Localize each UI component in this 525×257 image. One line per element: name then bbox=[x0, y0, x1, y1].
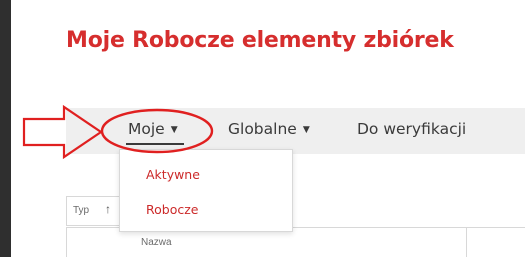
type-filter[interactable]: Typ ↑ bbox=[66, 196, 120, 226]
dropdown-item-aktywne[interactable]: Aktywne bbox=[146, 167, 200, 182]
moje-dropdown-menu: Aktywne Robocze bbox=[119, 149, 293, 232]
left-edge-bar bbox=[0, 0, 11, 257]
caret-down-icon: ▼ bbox=[170, 125, 178, 135]
tab-do-weryfikacji[interactable]: Do weryfikacji bbox=[357, 120, 466, 138]
active-tab-underline bbox=[126, 143, 184, 145]
column-divider bbox=[466, 228, 467, 257]
filter-label: Typ bbox=[73, 205, 90, 216]
tab-bar: Moje ▼ Globalne ▼ Do weryfikacji bbox=[66, 108, 525, 154]
caret-down-icon: ▼ bbox=[302, 125, 310, 135]
tab-do-weryfikacji-label: Do weryfikacji bbox=[357, 120, 467, 138]
tab-moje[interactable]: Moje ▼ bbox=[128, 120, 178, 138]
dropdown-item-robocze[interactable]: Robocze bbox=[146, 202, 198, 217]
page-title: Moje Robocze elementy zbiórek bbox=[66, 28, 454, 53]
tab-globalne[interactable]: Globalne ▼ bbox=[228, 120, 310, 138]
tab-moje-label: Moje bbox=[128, 120, 165, 138]
tab-globalne-label: Globalne bbox=[228, 120, 297, 138]
column-header-nazwa[interactable]: Nazwa bbox=[141, 237, 172, 248]
arrow-up-icon[interactable]: ↑ bbox=[105, 202, 111, 216]
